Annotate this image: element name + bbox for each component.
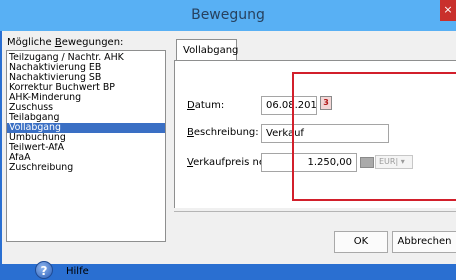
datum-label: Datum: [187, 100, 224, 111]
list-item[interactable]: Zuschuss [7, 103, 165, 113]
beschreibung-label-access-key: B [187, 127, 194, 138]
movements-list[interactable]: Teilzugang / Nachtr. AHK Nachaktivierung… [6, 50, 166, 242]
list-item[interactable]: Korrektur Buchwert BP [7, 83, 165, 93]
footer-divider [174, 211, 456, 212]
beschreibung-label-text: eschreibung: [193, 127, 259, 138]
annotation-highlight-box [292, 72, 456, 201]
title-bar: Bewegung × [0, 0, 456, 31]
movements-label-suffix: ewegungen: [61, 37, 124, 48]
datum-label-access-key: D [187, 100, 195, 111]
list-item[interactable]: Zuschreibung [7, 163, 165, 173]
list-item[interactable]: Nachaktivierung SB [7, 73, 165, 83]
list-item[interactable]: Umbuchung [7, 133, 165, 143]
tab-vollabgang[interactable]: Vollabgang [176, 39, 238, 61]
beschreibung-label: Beschreibung: [187, 127, 259, 138]
list-item-selected[interactable]: Vollabgang [7, 123, 165, 133]
close-button[interactable]: × [440, 0, 456, 21]
list-item[interactable]: AfaA [7, 153, 165, 163]
movements-list-label: Mögliche Bewegungen: [7, 37, 123, 48]
ok-button[interactable]: OK [334, 231, 388, 253]
list-item[interactable]: AHK-Minderung [7, 93, 165, 103]
list-item[interactable]: Teilabgang [7, 113, 165, 123]
help-link[interactable]: Hilfe [66, 266, 89, 277]
list-item[interactable]: Teilzugang / Nachtr. AHK [7, 53, 165, 63]
movements-label-access-key: B [54, 37, 62, 48]
movements-label-prefix: Mögliche [7, 37, 55, 48]
list-item[interactable]: Nachaktivierung EB [7, 63, 165, 73]
cancel-button[interactable]: Abbrechen [392, 231, 456, 253]
list-item[interactable]: Teilwert-AfA [7, 143, 165, 153]
dialog-client-area: Mögliche Bewegungen: Teilzugang / Nachtr… [2, 31, 456, 279]
datum-label-text: atum: [194, 100, 225, 111]
window-title: Bewegung [191, 7, 265, 23]
